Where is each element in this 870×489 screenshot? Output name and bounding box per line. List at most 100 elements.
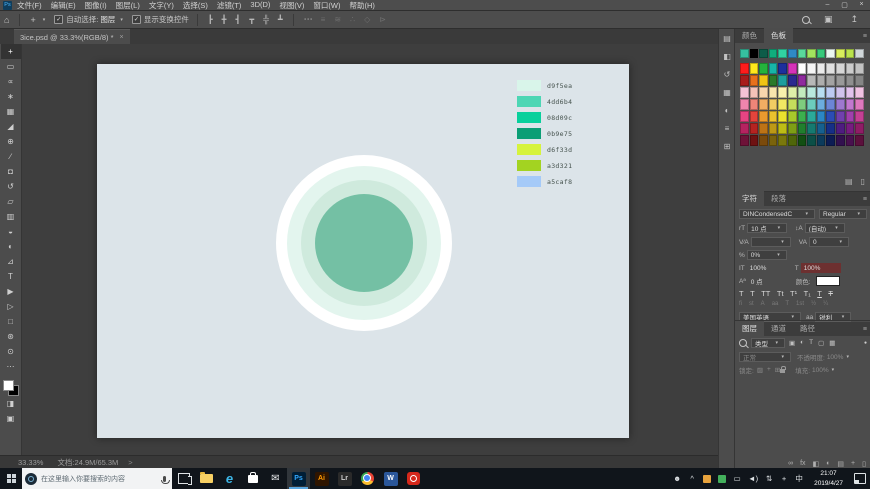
swatch-1-8[interactable] [817, 75, 826, 86]
swatch-5-3[interactable] [769, 123, 778, 134]
layer-filter-toggle[interactable]: ● [864, 340, 867, 346]
adjustment-layer-icon[interactable]: ◐ [826, 460, 830, 468]
panel-menu-icon[interactable]: ≡ [863, 33, 867, 40]
swatch-1-2[interactable] [759, 75, 768, 86]
swatch-5-5[interactable] [788, 123, 797, 134]
edit-toolbar[interactable]: ⋯ [1, 359, 21, 374]
lock-icon-1[interactable]: + [767, 366, 771, 374]
ime-indicator[interactable]: 中 [795, 473, 803, 484]
document-tab[interactable]: 3ice.psd @ 33.3%(RGB/8) * × [14, 29, 130, 44]
swatch-2-3[interactable] [769, 87, 778, 98]
illustrator[interactable]: Ai [310, 468, 333, 489]
tray-app-orange[interactable] [703, 475, 711, 483]
swatch-3-11[interactable] [846, 99, 855, 110]
swatch-1-5[interactable] [788, 75, 797, 86]
recent-swatch-10[interactable] [836, 49, 845, 58]
menu-文件(F)[interactable]: 文件(F) [17, 0, 42, 11]
layer-group-icon[interactable]: ▤ [837, 460, 844, 468]
swatch-3-4[interactable] [778, 99, 787, 110]
menu-编辑(E)[interactable]: 编辑(E) [51, 0, 76, 11]
new-layer-icon[interactable]: + [851, 460, 855, 468]
lock-icon-0[interactable]: ▨ [757, 366, 763, 374]
proportional-spacing-field[interactable]: 0%▾ [747, 250, 787, 260]
swatch-2-12[interactable] [855, 87, 864, 98]
brush-tool[interactable]: ∕ [1, 149, 21, 164]
swatch-2-4[interactable] [778, 87, 787, 98]
type-style-button-2[interactable]: TT [761, 289, 770, 298]
type-style-button-6[interactable]: T [817, 289, 822, 298]
layer-effects-icon[interactable]: fx [800, 460, 805, 468]
swatch-6-7[interactable] [807, 135, 816, 146]
path-selection-tool[interactable]: ▶ [1, 284, 21, 299]
foreground-background-colors[interactable] [3, 380, 19, 396]
swatch-2-1[interactable] [750, 87, 759, 98]
recent-swatch-9[interactable] [826, 49, 835, 58]
swatch-5-11[interactable] [846, 123, 855, 134]
recent-swatch-1[interactable] [750, 49, 759, 58]
menu-视图(V)[interactable]: 视图(V) [279, 0, 304, 11]
recent-swatch-0[interactable] [740, 49, 749, 58]
swatch-2-8[interactable] [817, 87, 826, 98]
lock-all-icon[interactable] [780, 369, 785, 373]
swatch-3-12[interactable] [855, 99, 864, 110]
close-tab-icon[interactable]: × [120, 34, 124, 41]
collapsed-history-panel-icon[interactable]: ↺ [719, 65, 735, 83]
vertical-scale-field[interactable]: 100% [747, 263, 787, 273]
recent-swatch-7[interactable] [807, 49, 816, 58]
recent-swatch-11[interactable] [846, 49, 855, 58]
show-transform-checkbox[interactable]: ✓ [132, 15, 141, 24]
search-icon[interactable] [802, 16, 810, 24]
word[interactable]: W [379, 468, 402, 489]
quick-mask-button[interactable]: ◨ [1, 396, 21, 411]
swatch-0-10[interactable] [836, 63, 845, 74]
swatch-5-1[interactable] [750, 123, 759, 134]
layer-filter-icon-2[interactable]: T [809, 339, 813, 347]
pen-tool[interactable]: ⊿ [1, 254, 21, 269]
swatch-3-9[interactable] [826, 99, 835, 110]
swatch-5-9[interactable] [826, 123, 835, 134]
swatch-6-8[interactable] [817, 135, 826, 146]
workspace-icon[interactable]: ▣ [824, 14, 833, 25]
swatch-5-0[interactable] [740, 123, 749, 134]
hand-tool[interactable]: ⊛ [1, 329, 21, 344]
chrome-browser[interactable] [356, 468, 379, 489]
recent-swatch-4[interactable] [778, 49, 787, 58]
align-icon-3[interactable]: ┳ [249, 15, 254, 24]
document-canvas[interactable]: d9f5ea4dd6b408d09c0b9e75d6f33da3d321a5ca… [97, 64, 629, 438]
swatch-5-2[interactable] [759, 123, 768, 134]
type-tool[interactable]: T [1, 269, 21, 284]
type-style-button-7[interactable]: T [828, 289, 833, 298]
swatch-0-5[interactable] [788, 63, 797, 74]
swatch-0-4[interactable] [778, 63, 787, 74]
swatch-4-1[interactable] [750, 111, 759, 122]
swatch-0-1[interactable] [750, 63, 759, 74]
collapsed-adjustments-panel-icon[interactable]: ◧ [719, 47, 735, 65]
type-style-button-4[interactable]: T¹ [790, 289, 797, 298]
swatch-0-8[interactable] [817, 63, 826, 74]
panel-menu-icon[interactable]: ≡ [863, 326, 867, 333]
horizontal-scale-field[interactable]: 100% [801, 263, 841, 273]
swatch-6-4[interactable] [778, 135, 787, 146]
swatch-4-5[interactable] [788, 111, 797, 122]
type-style-button-3[interactable]: Tt [777, 289, 784, 298]
menu-帮助(H)[interactable]: 帮助(H) [350, 0, 375, 11]
swatch-5-12[interactable] [855, 123, 864, 134]
eyedropper-tool[interactable]: ◢ [1, 119, 21, 134]
swatch-4-4[interactable] [778, 111, 787, 122]
swatch-2-2[interactable] [759, 87, 768, 98]
recent-swatch-2[interactable] [759, 49, 768, 58]
layer-filter-icon-1[interactable]: ◐ [800, 339, 804, 347]
align-icon-2[interactable]: ┫ [235, 15, 240, 24]
align-icon-5[interactable]: ┻ [278, 15, 283, 24]
share-icon[interactable]: ↥ [850, 14, 858, 25]
menu-文字(Y)[interactable]: 文字(Y) [149, 0, 174, 11]
swatch-4-2[interactable] [759, 111, 768, 122]
swatch-6-1[interactable] [750, 135, 759, 146]
layer-filter-select[interactable]: 类型▾ [751, 338, 785, 348]
move-tool-icon[interactable]: + [30, 15, 35, 25]
red-app[interactable] [402, 468, 425, 489]
eraser-tool[interactable]: ▱ [1, 194, 21, 209]
swatch-0-3[interactable] [769, 63, 778, 74]
home-icon[interactable]: ⌂ [4, 15, 9, 25]
font-style-select[interactable]: Regular▾ [819, 209, 867, 219]
